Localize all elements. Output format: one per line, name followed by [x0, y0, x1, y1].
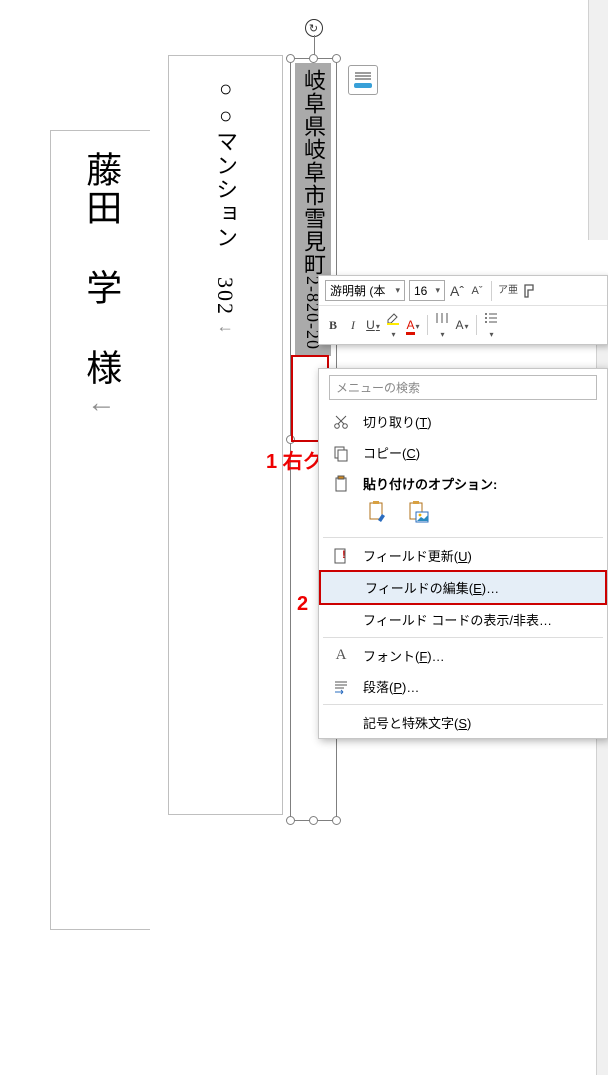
resize-handle[interactable] — [332, 54, 341, 63]
rotate-stem — [314, 35, 315, 55]
recipient-name: 藤田 学 様← — [72, 151, 130, 421]
paste-picture-button[interactable] — [403, 497, 433, 527]
right-pane-sliver — [588, 0, 608, 240]
menu-item-symbols[interactable]: 記号と特殊文字(S) — [319, 707, 607, 738]
mini-toolbar: 游明朝 (本 ▾ 16 ▾ Aˆ Aˇ ア亜 B I U▾ ▾ A▾ — [318, 275, 608, 345]
resize-handle[interactable] — [309, 54, 318, 63]
field-update-icon: ! — [329, 547, 353, 565]
font-icon: A — [329, 647, 353, 664]
resize-handle[interactable] — [286, 816, 295, 825]
highlight-color-icon[interactable]: ▾ — [385, 310, 401, 340]
canvas: 藤田 学 様← ○○マンション 302← ↻ 岐阜県岐阜市雪見町2-820-20… — [0, 0, 608, 800]
underline-icon[interactable]: U▾ — [365, 318, 381, 332]
paragraph-icon — [329, 678, 353, 696]
menu-divider — [323, 704, 603, 705]
paste-options-label: 貼り付けのオプション: — [363, 474, 597, 493]
resize-handle[interactable] — [286, 54, 295, 63]
name-textbox[interactable]: 藤田 学 様← — [50, 130, 150, 930]
bold-icon[interactable]: B — [325, 318, 341, 333]
decrease-font-icon[interactable]: Aˇ — [469, 285, 485, 297]
resize-handle[interactable] — [332, 816, 341, 825]
annotation-step2: 2 — [297, 593, 308, 616]
svg-text:!: ! — [342, 549, 346, 561]
menu-item-cut[interactable]: 切り取り(T) — [319, 406, 607, 437]
menu-item-paragraph[interactable]: 段落(P)… — [319, 671, 607, 702]
font-name-value: 游明朝 (本 — [330, 282, 385, 299]
menu-label: 段落(P)… — [363, 677, 597, 696]
chevron-down-icon: ▾ — [435, 285, 440, 296]
layout-options-icon — [353, 71, 373, 89]
separator — [427, 315, 428, 335]
paragraph-mark: ← — [85, 387, 117, 421]
menu-label: 切り取り(T) — [363, 412, 597, 431]
italic-icon[interactable]: I — [345, 318, 361, 333]
mansion-textbox[interactable]: ○○マンション 302← — [168, 55, 283, 815]
separator — [476, 315, 477, 335]
menu-divider — [323, 537, 603, 538]
font-size-combo[interactable]: 16 ▾ — [409, 280, 445, 301]
chevron-down-icon: ▾ — [395, 285, 400, 296]
menu-label: コピー(C) — [363, 443, 597, 462]
change-case-icon[interactable]: A▾ — [454, 318, 470, 332]
font-name-combo[interactable]: 游明朝 (本 ▾ — [325, 280, 405, 301]
menu-label: フォント(F)… — [363, 646, 597, 665]
menu-item-field-update[interactable]: ! フィールド更新(U) — [319, 540, 607, 571]
separator — [491, 281, 492, 301]
menu-item-paste-options: 貼り付けのオプション: — [319, 468, 607, 493]
menu-item-copy[interactable]: コピー(C) — [319, 437, 607, 468]
menu-search-input[interactable]: メニューの検索 — [329, 375, 597, 400]
copy-icon — [329, 444, 353, 462]
menu-label: フィールド更新(U) — [363, 546, 597, 565]
phonetic-guide-icon[interactable]: ア亜 — [498, 287, 518, 295]
menu-divider — [323, 637, 603, 638]
menu-item-field-code[interactable]: フィールド コードの表示/非表… — [319, 604, 607, 635]
increase-font-icon[interactable]: Aˆ — [449, 283, 465, 299]
menu-item-field-edit[interactable]: フィールドの編集(E)… — [319, 570, 607, 605]
context-menu: メニューの検索 切り取り(T) コピー(C) 貼り付けのオプション: — [318, 368, 608, 739]
menu-item-font[interactable]: A フォント(F)… — [319, 640, 607, 671]
format-painter-icon[interactable] — [522, 283, 538, 299]
list-icon[interactable]: ▾ — [483, 310, 499, 340]
paragraph-mark: ← — [215, 316, 235, 338]
layout-options-button[interactable] — [348, 65, 378, 95]
paste-keep-source-button[interactable] — [363, 497, 393, 527]
font-color-icon[interactable]: A▾ — [405, 318, 421, 332]
paste-icon — [329, 475, 353, 493]
menu-label: 記号と特殊文字(S) — [363, 713, 597, 732]
scissors-icon — [329, 413, 353, 431]
paste-options-row — [319, 493, 607, 535]
menu-label: フィールドの編集(E)… — [365, 578, 595, 597]
mansion-text: ○○マンション 302← — [208, 76, 243, 338]
font-size-value: 16 — [414, 284, 427, 298]
resize-handle[interactable] — [309, 816, 318, 825]
menu-label: フィールド コードの表示/非表… — [363, 610, 597, 629]
char-spacing-icon[interactable]: ▾ — [434, 310, 450, 340]
